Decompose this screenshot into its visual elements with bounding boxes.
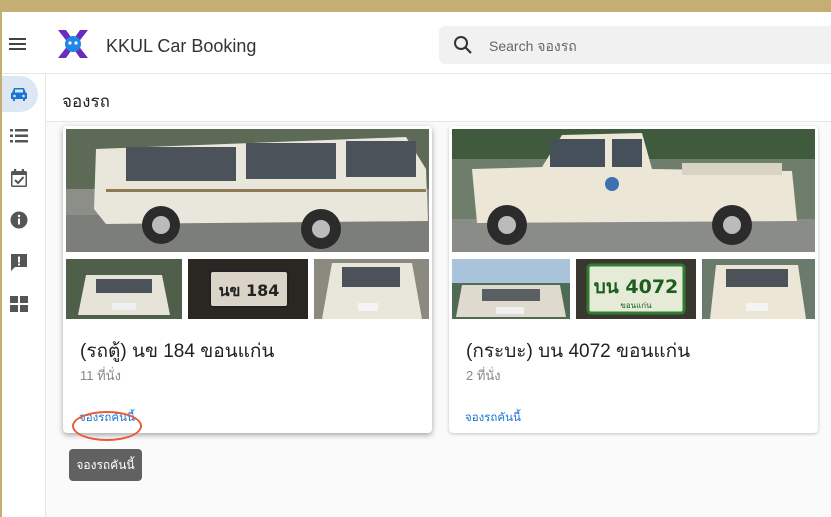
car-card: บน 4072 ขอนแก่น (กระบะ) บน 4072 ขอนแก่น … xyxy=(449,126,818,433)
app-bar: KKUL Car Booking xyxy=(2,12,831,74)
browser-viewport: KKUL Car Booking Search จองรถ จองรถ นข 1… xyxy=(2,12,831,517)
search-bar[interactable] xyxy=(439,26,831,64)
nav-rail xyxy=(2,74,46,517)
search-icon xyxy=(454,36,472,54)
tooltip: จองรถคันนี้ xyxy=(69,449,142,481)
car-photo-front xyxy=(452,259,570,319)
car-icon xyxy=(11,88,27,101)
nav-item-booking[interactable] xyxy=(2,76,38,112)
app-title: KKUL Car Booking xyxy=(106,36,257,56)
car-seats: 11 ที่นั่ง xyxy=(80,368,121,383)
car-title: (กระบะ) บน 4072 ขอนแก่น xyxy=(466,341,691,362)
car-photo-main xyxy=(452,129,815,252)
dashboard-icon xyxy=(10,296,28,312)
list-icon xyxy=(10,129,28,143)
car-title: (รถตู้) นข 184 ขอนแก่น xyxy=(80,341,275,362)
car-photo-rear xyxy=(314,259,429,319)
book-car-button[interactable]: จองรถคันนี้ xyxy=(465,409,521,427)
car-photo-plate: บน 4072 ขอนแก่น xyxy=(576,259,696,319)
car-card: นข 184 (รถตู้) นข 184 ขอนแก่น 11 ที่นั่ง… xyxy=(63,126,432,433)
plate-province-text: ขอนแก่น xyxy=(620,301,652,310)
nav-item-dashboard[interactable] xyxy=(2,286,38,322)
nav-item-list[interactable] xyxy=(2,118,38,154)
nav-item-feedback[interactable] xyxy=(2,244,38,280)
car-photo-front xyxy=(66,259,182,319)
car-photo-plate: นข 184 xyxy=(188,259,308,319)
car-seats: 2 ที่นั่ง xyxy=(466,368,501,383)
car-photo-rear xyxy=(702,259,815,319)
page-header: จองรถ xyxy=(46,74,831,122)
feedback-icon xyxy=(11,254,27,271)
page-title: จองรถ xyxy=(62,92,110,111)
nav-item-calendar[interactable] xyxy=(2,160,38,196)
book-car-button[interactable]: จองรถคันนี้ xyxy=(79,409,135,427)
app-logo xyxy=(58,30,88,58)
plate-text: บน 4072 xyxy=(594,276,679,298)
plate-text: นข 184 xyxy=(219,281,280,300)
car-photo-main xyxy=(66,129,429,252)
search-input[interactable] xyxy=(487,33,821,59)
info-icon xyxy=(10,211,28,229)
menu-icon[interactable] xyxy=(9,38,26,50)
calendar-check-icon xyxy=(11,169,27,187)
nav-item-info[interactable] xyxy=(2,202,38,238)
